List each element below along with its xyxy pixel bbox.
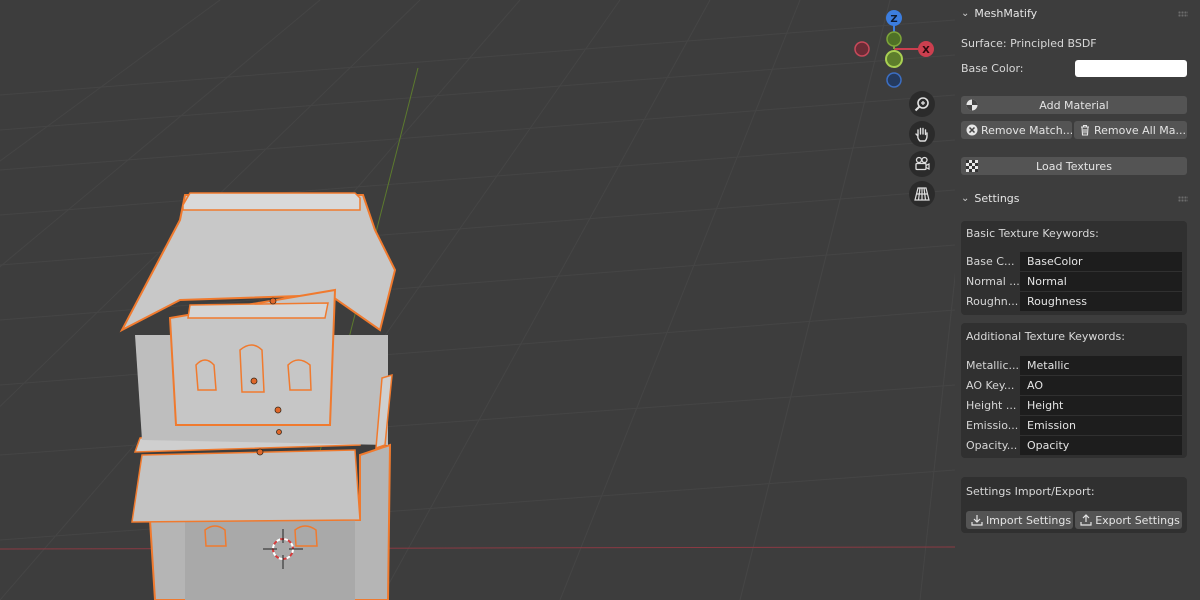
pan-button[interactable] xyxy=(909,121,935,147)
close-circle-icon xyxy=(965,123,979,137)
basic-keywords-box: Basic Texture Keywords: Base C... BaseCo… xyxy=(961,221,1187,315)
keyword-label: Opacity... xyxy=(966,439,1018,452)
settings-title: Settings xyxy=(974,192,1020,205)
trash-icon xyxy=(1078,123,1092,137)
zoom-icon xyxy=(914,97,929,112)
gizmo-pos-y-front[interactable] xyxy=(885,50,903,68)
remove-matching-label: Remove Match... xyxy=(981,123,1072,137)
meshmatify-title: MeshMatify xyxy=(974,7,1038,20)
basecolor-keyword-input[interactable]: BaseColor xyxy=(1020,252,1182,271)
material-sphere-icon xyxy=(965,98,979,112)
settings-panel-header[interactable]: ⌄ Settings xyxy=(961,192,1020,205)
additional-keywords-title: Additional Texture Keywords: xyxy=(966,330,1125,343)
sidebar-panel: ⌄ MeshMatify Surface: Principled BSDF Ba… xyxy=(955,0,1200,600)
perspective-toggle-button[interactable] xyxy=(909,181,935,207)
export-settings-label: Export Settings xyxy=(1095,513,1180,527)
load-textures-label: Load Textures xyxy=(1036,159,1112,173)
export-icon xyxy=(1079,513,1093,527)
remove-all-materials-label: Remove All Ma... xyxy=(1094,123,1186,137)
height-keyword-input[interactable]: Height xyxy=(1020,396,1182,415)
surface-label: Surface: Principled BSDF xyxy=(961,37,1097,50)
normal-keyword-input[interactable]: Normal xyxy=(1020,272,1182,291)
additional-keywords-box: Additional Texture Keywords: Metallic...… xyxy=(961,323,1187,458)
building-model[interactable] xyxy=(119,192,397,600)
base-color-swatch[interactable] xyxy=(1075,60,1187,77)
keyword-label: AO Key... xyxy=(966,379,1015,392)
chevron-down-icon: ⌄ xyxy=(961,193,970,204)
base-color-label: Base Color: xyxy=(961,62,1024,75)
chevron-down-icon: ⌄ xyxy=(961,8,970,19)
viewport-scene xyxy=(0,0,955,600)
keyword-label: Emissio... xyxy=(966,419,1019,432)
zoom-button[interactable] xyxy=(909,91,935,117)
import-icon xyxy=(970,513,984,527)
gizmo-y[interactable] xyxy=(886,31,902,47)
panel-drag-handle[interactable] xyxy=(1178,196,1188,202)
basic-keywords-title: Basic Texture Keywords: xyxy=(966,227,1099,240)
keyword-label: Height ... xyxy=(966,399,1017,412)
load-textures-button[interactable]: Load Textures xyxy=(961,157,1187,175)
pan-hand-icon xyxy=(915,127,928,142)
import-settings-label: Import Settings xyxy=(985,513,1072,527)
export-settings-button[interactable]: Export Settings xyxy=(1075,511,1182,529)
keyword-label: Roughn... xyxy=(966,295,1019,308)
camera-view-button[interactable] xyxy=(909,151,935,177)
navigation-gizmo[interactable]: Z X xyxy=(845,5,945,95)
add-material-button[interactable]: Add Material xyxy=(961,96,1187,114)
import-export-box: Settings Import/Export: Import Settings … xyxy=(961,477,1187,533)
opacity-keyword-input[interactable]: Opacity xyxy=(1020,436,1182,455)
gizmo-neg-x[interactable] xyxy=(854,41,870,57)
panel-drag-handle[interactable] xyxy=(1178,11,1188,17)
roughness-keyword-input[interactable]: Roughness xyxy=(1020,292,1182,311)
meshmatify-panel-header[interactable]: ⌄ MeshMatify xyxy=(961,7,1037,20)
import-export-title: Settings Import/Export: xyxy=(966,485,1095,498)
camera-icon xyxy=(915,156,930,171)
gizmo-x-label: X xyxy=(922,45,930,56)
metallic-keyword-input[interactable]: Metallic xyxy=(1020,356,1182,375)
ao-keyword-input[interactable]: AO xyxy=(1020,376,1182,395)
add-material-label: Add Material xyxy=(1039,98,1109,112)
emission-keyword-input[interactable]: Emission xyxy=(1020,416,1182,435)
keyword-label: Metallic... xyxy=(966,359,1020,372)
3d-viewport[interactable]: Z X xyxy=(0,0,955,600)
gizmo-neg-z[interactable] xyxy=(886,72,902,88)
remove-all-materials-button[interactable]: Remove All Ma... xyxy=(1074,121,1187,139)
x-axis-line xyxy=(0,546,955,550)
perspective-grid-icon xyxy=(914,187,930,201)
keyword-label: Base C... xyxy=(966,255,1015,268)
keyword-label: Normal ... xyxy=(966,275,1020,288)
gizmo-z-label: Z xyxy=(890,14,897,25)
checker-texture-icon xyxy=(965,159,979,173)
import-settings-button[interactable]: Import Settings xyxy=(966,511,1073,529)
remove-matching-button[interactable]: Remove Match... xyxy=(961,121,1072,139)
